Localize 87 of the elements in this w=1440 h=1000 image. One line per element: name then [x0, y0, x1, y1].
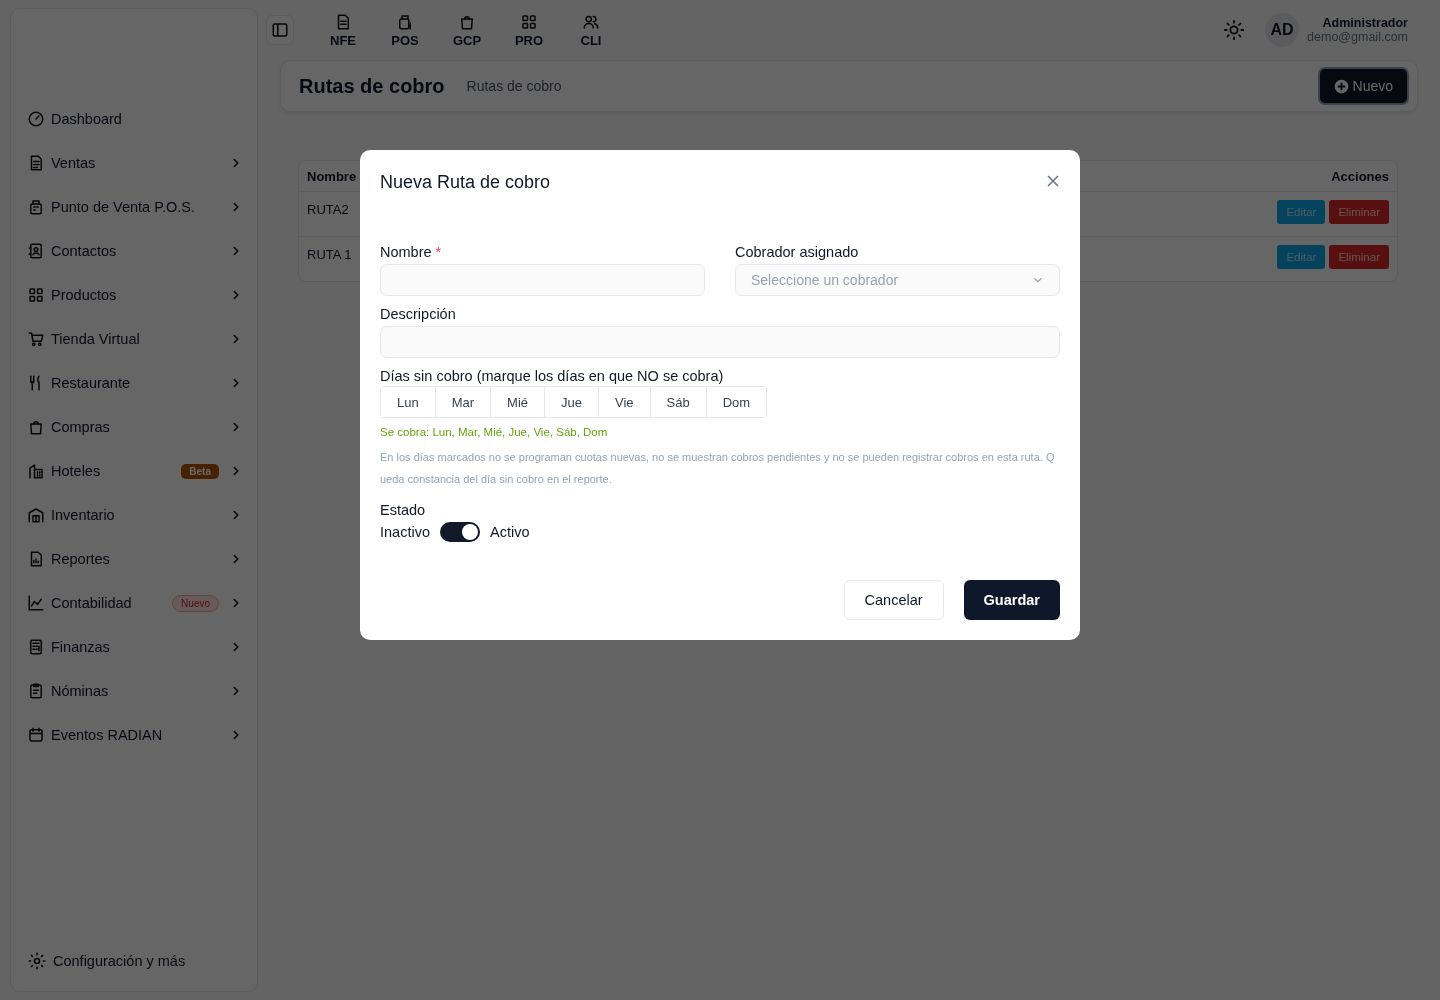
sidebar-label: Hoteles	[51, 463, 102, 479]
warehouse-icon	[27, 506, 45, 524]
charge-summary: Se cobra: Lun, Mar, Mié, Jue, Vie, Sáb, Dom	[380, 426, 609, 438]
field-label: Cobrador asignado	[735, 244, 860, 260]
field-label: Estado	[380, 502, 427, 518]
sidebar-label: Nóminas	[51, 683, 110, 699]
save-button[interactable]: Guardar	[963, 580, 1060, 620]
sidebar-label: Reportes	[51, 551, 111, 567]
clipboard-icon	[27, 682, 45, 700]
day-toggle[interactable]: Dom	[705, 387, 767, 417]
contact-card-icon	[27, 242, 45, 260]
sidebar-label: Ventas	[51, 155, 97, 171]
new-button[interactable]: Nuevo	[1317, 67, 1409, 105]
sidebar-label: Contactos	[51, 243, 118, 259]
table-cell-text: RUTA2	[307, 201, 349, 217]
help-text: En los días marcados no se programan cuotas nuevas, no se muestran cobros pendientes y no se pueden registrar cobros en esta ruta. Queda constancia del día sin cobro en el reporte.	[380, 450, 1056, 487]
sidebar-label: Eventos RADIAN	[51, 727, 164, 743]
register-icon	[27, 198, 45, 216]
sidebar-label: Productos	[51, 287, 118, 303]
sidebar-label: Finanzas	[51, 639, 111, 655]
shortcut-button[interactable]: PRO	[498, 12, 560, 48]
settings-link[interactable]: Configuración y más	[11, 951, 257, 991]
sidebar-label: Inventario	[51, 507, 116, 523]
building-icon	[27, 462, 45, 480]
sidebar-item[interactable]: Compras	[27, 405, 243, 449]
settings-icon	[27, 951, 47, 971]
sidebar-label: Punto de Venta P.O.S.	[51, 199, 197, 215]
chart-icon	[27, 594, 45, 612]
shortcut-button[interactable]: CLI	[560, 12, 622, 48]
sidebar-item[interactable]: Nóminas	[27, 669, 243, 713]
sidebar-item[interactable]: Inventario	[27, 493, 243, 537]
sidebar-item[interactable]: Punto de Venta P.O.S.	[27, 185, 243, 229]
grid-icon	[27, 286, 45, 304]
collector-select[interactable]: Seleccione un cobrador	[735, 264, 1060, 296]
field-label: Descripción	[380, 306, 457, 322]
user-email: demo@gmail.com	[1307, 30, 1408, 44]
user-name: Administrador	[1322, 16, 1408, 30]
sidebar-item[interactable]: Tienda Virtual	[27, 317, 243, 361]
bag-icon	[27, 418, 45, 436]
sidebar-panel-icon	[271, 21, 289, 39]
cancel-button[interactable]: Cancelar	[843, 580, 944, 620]
sidebar-badge: Beta	[181, 463, 219, 479]
sidebar-badge: Nuevo	[172, 594, 219, 612]
table-cell-text: RUTA 1	[307, 246, 352, 262]
sidebar-item[interactable]: Hoteles Beta	[27, 449, 243, 493]
sidebar-label: Dashboard	[51, 111, 123, 127]
sidebar-label: Contabilidad	[51, 595, 133, 611]
gauge-icon	[27, 110, 45, 128]
breadcrumb: Rutas de cobro	[466, 78, 562, 94]
delete-button[interactable]: Eliminar	[1329, 200, 1389, 224]
register-icon	[396, 12, 414, 31]
user-avatar[interactable]: AD	[1265, 13, 1300, 47]
name-input[interactable]	[380, 264, 705, 296]
sidebar-item[interactable]: Dashboard	[27, 97, 243, 141]
shortcut-button[interactable]: GCP	[436, 12, 498, 48]
sidebar-label: Compras	[51, 419, 111, 435]
toggle-label: Activo	[490, 524, 530, 540]
sidebar-item[interactable]: Contabilidad Nuevo	[27, 581, 243, 625]
grid-icon	[520, 12, 538, 31]
delete-button[interactable]: Eliminar	[1329, 245, 1389, 269]
sidebar-item[interactable]: Restaurante	[27, 361, 243, 405]
sidebar-toggle-button[interactable]	[266, 15, 294, 45]
sidebar-item[interactable]: Contactos	[27, 229, 243, 273]
column-header: Nombre	[307, 168, 357, 184]
sidebar-item[interactable]: Eventos RADIAN	[27, 713, 243, 757]
column-header: Acciones	[1331, 168, 1389, 184]
description-input[interactable]	[380, 326, 1060, 358]
close-icon[interactable]	[1046, 174, 1060, 188]
shortcut-button[interactable]: POS	[374, 12, 436, 48]
calculator-icon	[27, 638, 45, 656]
sidebar-item[interactable]: Reportes	[27, 537, 243, 581]
sidebar-item[interactable]: Finanzas	[27, 625, 243, 669]
toggle-label: Inactivo	[380, 524, 430, 540]
sidebar-label: Restaurante	[51, 375, 131, 391]
calendar-icon	[27, 726, 45, 744]
plus-circle-icon	[1333, 78, 1349, 94]
page-title: Rutas de cobro	[299, 74, 445, 98]
modal-title: Nueva Ruta de cobro	[380, 172, 551, 193]
field-label: Nombre *	[380, 244, 443, 260]
shortcut-button[interactable]: NFE	[312, 12, 374, 48]
status-switch[interactable]	[440, 522, 480, 542]
theme-toggle-icon[interactable]	[1223, 19, 1246, 41]
sidebar-item[interactable]: Ventas	[27, 141, 243, 185]
cart-icon	[27, 330, 45, 348]
field-label: Días sin cobro (marque los días en que NO se cobra)	[380, 368, 725, 384]
sidebar-item[interactable]: Productos	[27, 273, 243, 317]
sidebar-label: Tienda Virtual	[51, 331, 141, 347]
